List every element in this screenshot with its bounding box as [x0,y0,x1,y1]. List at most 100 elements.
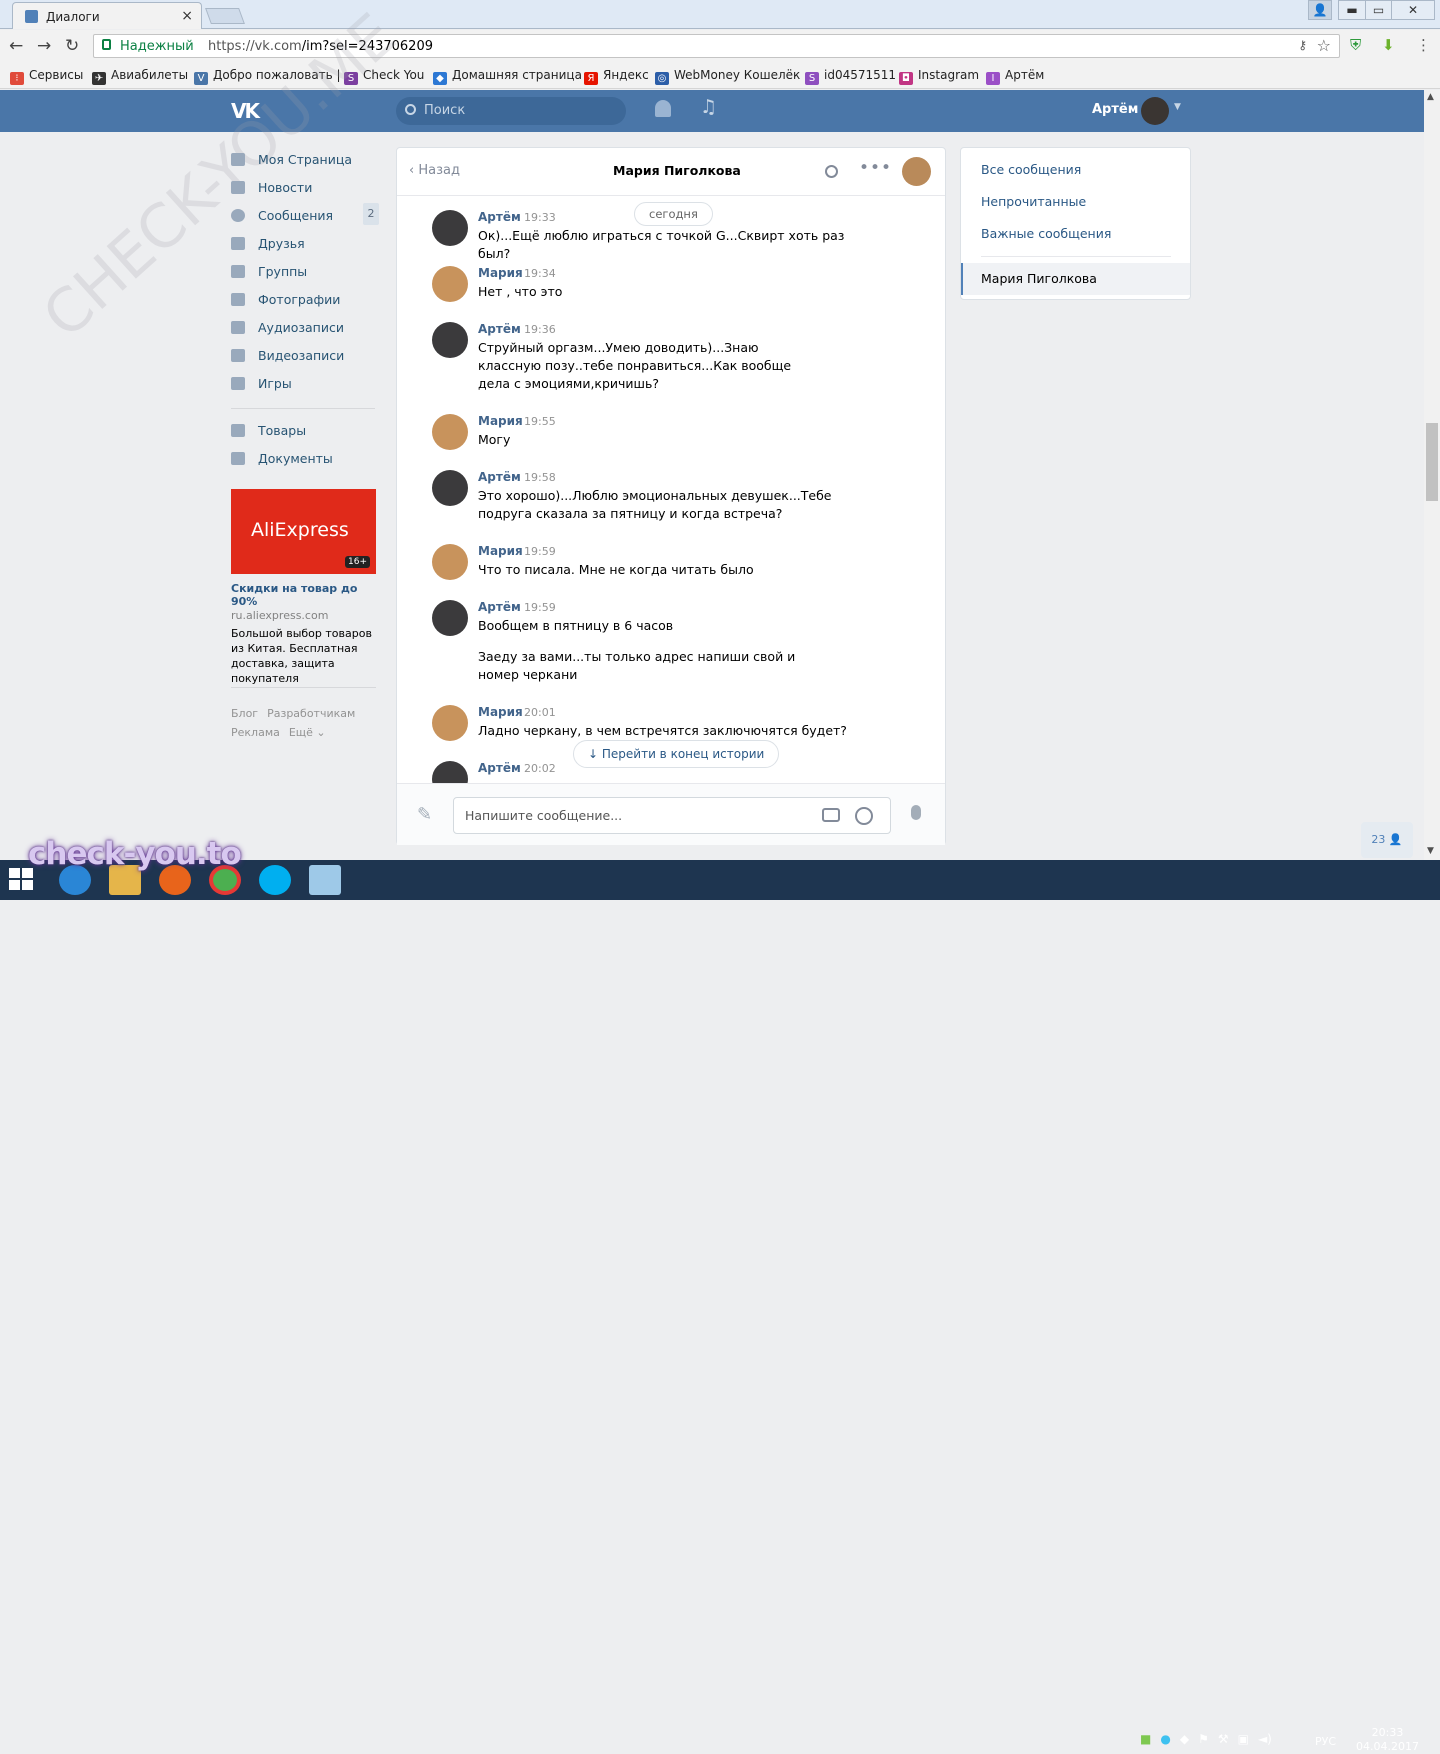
reload-icon[interactable]: ↻ [65,36,79,56]
sidebar-item-games[interactable]: Игры [231,374,381,402]
bookmark-check-you[interactable]: S Check You [344,68,424,85]
message-author[interactable]: Мария [478,266,523,280]
tray-e-icon[interactable]: ● [1160,1732,1170,1746]
avatar[interactable] [432,705,468,741]
vk-search-input[interactable]: Поиск [396,97,626,125]
filter-all-messages[interactable]: Все сообщения [981,162,1081,177]
sidebar-item-video[interactable]: Видеозаписи [231,346,381,374]
forward-arrow-icon[interactable]: → [37,36,51,56]
filter-unread[interactable]: Непрочитанные [981,194,1086,209]
user-name[interactable]: Артём [1092,102,1138,117]
avatar[interactable] [432,544,468,580]
filter-important[interactable]: Важные сообщения [981,226,1111,241]
jump-to-end-button[interactable]: ↓ Перейти в конец истории [573,740,780,768]
bookmark-aviabilety[interactable]: ✈ Авиабилеты [92,68,188,85]
tray-green-icon[interactable]: ■ [1140,1732,1151,1746]
notifications-bell-icon[interactable] [655,100,671,117]
scroll-thumb[interactable] [1426,423,1438,501]
avatar[interactable] [432,322,468,358]
taskbar-clock[interactable]: 20:33 04.04.2017 [1356,1726,1419,1754]
message-author[interactable]: Мария [478,705,523,719]
chat-title[interactable]: Мария Пиголкова [613,163,741,178]
user-avatar[interactable] [1141,97,1169,125]
ad-block[interactable]: AliExpress 16+ Скидки на товар до 90% ru… [231,489,376,686]
back-arrow-icon[interactable]: ← [9,36,23,56]
message-input[interactable]: Напишите сообщение... [453,797,891,834]
address-bar[interactable]: Надежный https://vk.com/im?sel=243706209… [93,34,1340,58]
ad-title[interactable]: Скидки на товар до 90% [231,582,376,608]
search-icon[interactable] [825,165,838,178]
download-extension-icon[interactable]: ⬇ [1382,36,1395,54]
sidebar-item-news[interactable]: Новости [231,178,381,206]
tab-dialogs[interactable]: Диалоги × [12,2,202,29]
message-author[interactable]: Артём [478,600,521,614]
url-text[interactable]: https://vk.com/im?sel=243706209 [208,39,433,54]
bookmark-star-icon[interactable]: ☆ [1317,36,1331,55]
chevron-down-icon[interactable]: ▼ [1174,102,1181,112]
close-window-button[interactable]: ✕ [1391,0,1435,20]
avatar[interactable] [432,266,468,302]
message-author[interactable]: Мария [478,414,523,428]
sidebar-item-my-page[interactable]: Моя Страница [231,150,381,178]
new-tab-button[interactable] [205,8,245,24]
scroll-up-arrow-icon[interactable]: ▲ [1427,92,1434,102]
bookmark-id04571511[interactable]: Sid04571511 [805,68,896,85]
avatar[interactable] [432,210,468,246]
message-author[interactable]: Артём [478,761,521,775]
sidebar-item-goods[interactable]: Товары [231,421,381,449]
adguard-shield-icon[interactable]: ⛨ [1350,36,1361,54]
message-author[interactable]: Артём [478,470,521,484]
message-author[interactable]: Мария [478,544,523,558]
avatar[interactable] [432,470,468,506]
footer-link-developers[interactable]: Разработчикам [267,707,355,720]
vk-logo[interactable]: VK [231,99,260,123]
language-indicator[interactable]: РУС [1315,1735,1336,1748]
sidebar-item-audio[interactable]: Аудиозаписи [231,318,381,346]
bookmark-artem[interactable]: I Артём [986,68,1044,85]
sidebar-item-friends[interactable]: Друзья [231,234,381,262]
menu-dots-icon[interactable]: ⋮ [1416,36,1431,54]
avatar[interactable] [432,414,468,450]
message-author[interactable]: Артём [478,210,521,224]
microphone-icon[interactable] [911,805,921,820]
footer-link-more[interactable]: Ещё ⌄ [289,726,326,739]
tray-dropbox-icon[interactable]: ◆ [1180,1732,1189,1746]
avatar[interactable] [432,600,468,636]
camera-icon[interactable] [822,808,840,822]
paperclip-icon[interactable]: ✎ [417,804,432,825]
avatar[interactable] [432,761,468,783]
bookmark-webmoney[interactable]: ◎ WebMoney Кошелёк [655,68,800,85]
bookmark-home-page[interactable]: ◆ Домашняя страница [433,68,582,85]
key-icon[interactable]: ⚷ [1298,38,1307,52]
bookmark-yandex[interactable]: Я Яндекс [584,68,649,85]
page-scrollbar[interactable]: ▲ ▼ [1424,90,1440,860]
more-dots-icon[interactable]: ••• [859,158,892,178]
bookmark-vk-welcome[interactable]: V Добро пожаловать | [194,68,341,85]
skype-icon[interactable] [259,865,291,895]
tray-tools-icon[interactable]: ⚒ [1218,1732,1229,1746]
music-note-icon[interactable]: ♫ [700,96,717,118]
minimize-button[interactable]: ▬ [1338,0,1366,20]
sidebar-item-documents[interactable]: Документы [231,449,381,477]
tray-volume-icon[interactable]: ◄) [1258,1732,1272,1746]
back-button[interactable]: ‹ Назад [409,163,460,178]
footer-link-ads[interactable]: Реклама [231,726,280,739]
profile-icon[interactable]: 👤 [1308,0,1332,20]
sidebar-item-photos[interactable]: Фотографии [231,290,381,318]
emoji-icon[interactable] [855,807,873,825]
footer-link-blog[interactable]: Блог [231,707,258,720]
message-author[interactable]: Артём [478,322,521,336]
scroll-down-arrow-icon[interactable]: ▼ [1427,846,1434,856]
bookmark-instagram[interactable]: ◘ Instagram [899,68,979,85]
sidebar-item-messages[interactable]: Сообщения 2 [231,203,381,234]
tab-close-icon[interactable]: × [181,8,193,24]
maximize-button[interactable]: ▭ [1365,0,1392,20]
ad-image[interactable]: AliExpress 16+ [231,489,376,574]
online-friends-button[interactable]: 23 👤 [1361,822,1413,858]
filter-active-dialog[interactable]: Мария Пиголкова [961,263,1190,295]
tray-flag-icon[interactable]: ⚑ [1198,1732,1209,1746]
interlocutor-avatar[interactable] [902,157,931,186]
notepad-icon[interactable] [309,865,341,895]
bookmark-services[interactable]: ⁝ Сервисы [10,68,83,85]
tray-network-icon[interactable]: ▣ [1238,1732,1249,1746]
